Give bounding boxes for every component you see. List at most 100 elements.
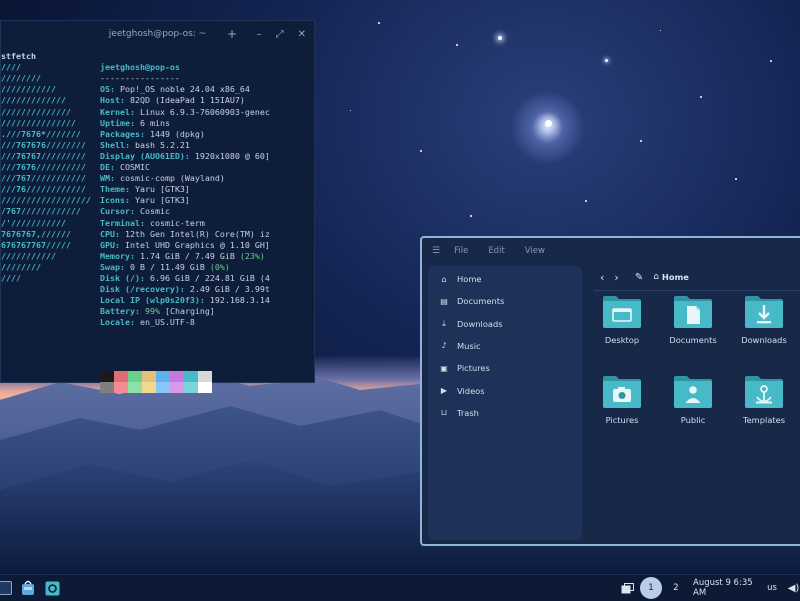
info-key: Display (AUO61ED): bbox=[100, 150, 190, 161]
color-swatch bbox=[128, 371, 142, 382]
info-value: Yaru [GTK3] bbox=[129, 195, 190, 206]
system-info-line: GPU: Intel UHD Graphics @ 1.10 GH] bbox=[100, 240, 270, 251]
terminal-titlebar[interactable]: jeetghosh@pop-os: ~ + – ⤢ ✕ bbox=[1, 21, 314, 47]
sidebar-item-trash[interactable]: ⊔ Trash bbox=[438, 404, 479, 422]
info-value: 0 B / 11.49 GiB bbox=[124, 261, 210, 272]
star bbox=[770, 60, 772, 62]
clock[interactable]: August 9 6:35 AM bbox=[693, 578, 755, 598]
files-app-button[interactable] bbox=[42, 578, 62, 598]
menu-bar: ☰ File Edit View bbox=[422, 238, 800, 264]
star bbox=[735, 178, 737, 180]
workspace-2-label: 2 bbox=[673, 583, 679, 593]
sidebar-item-label: Downloads bbox=[457, 318, 503, 329]
fetch-user-host: jeetghosh@pop-os bbox=[100, 62, 180, 73]
sidebar-item-label: Documents bbox=[457, 296, 505, 307]
workspace-1-button[interactable]: 1 bbox=[640, 577, 662, 599]
sidebar-item-downloads[interactable]: ⤓ Downloads bbox=[438, 315, 503, 333]
sidebar-item-music[interactable]: ♪ Music bbox=[438, 337, 481, 355]
star bbox=[660, 30, 661, 31]
breadcrumb-home[interactable]: Home bbox=[662, 272, 689, 282]
sidebar-item-home[interactable]: ⌂ Home bbox=[438, 270, 481, 288]
folder-public[interactable]: Public bbox=[660, 374, 726, 425]
workspaces-overview-button[interactable] bbox=[618, 578, 636, 598]
folder-label: Desktop bbox=[604, 335, 640, 345]
ascii-logo-line: ///76767///////// bbox=[1, 150, 86, 161]
info-percentage: (23%) bbox=[239, 250, 265, 261]
system-info-line: Cursor: Cosmic bbox=[100, 206, 170, 217]
folder-label: Pictures bbox=[605, 415, 639, 425]
info-value: Cosmic bbox=[134, 206, 170, 217]
keyboard-layout-indicator[interactable]: us bbox=[764, 578, 780, 598]
ascii-logo-line: //////// bbox=[1, 73, 41, 84]
folder-desktop[interactable]: Desktop bbox=[589, 294, 655, 345]
folder-downloads[interactable]: Downloads bbox=[731, 294, 797, 345]
sidebar-item-videos[interactable]: ▶ Videos bbox=[438, 382, 485, 400]
hamburger-icon[interactable]: ☰ bbox=[432, 246, 440, 256]
pictures-folder-icon bbox=[589, 374, 655, 410]
ascii-logo-line: stfetch bbox=[1, 51, 36, 61]
back-arrow-icon[interactable]: ‹ bbox=[600, 271, 604, 284]
places-sidebar: ⌂ Home ▤ Documents ⤓ Downloads ♪ Music ▣ Pictures… bbox=[428, 266, 582, 540]
info-key: CPU: bbox=[100, 228, 120, 239]
system-info-line: Kernel: Linux 6.9.3-76060903-genec bbox=[100, 107, 270, 118]
ascii-logo-line: /767//////////// bbox=[1, 206, 81, 217]
info-percentage: (0%) bbox=[209, 261, 230, 272]
info-key: Kernel: bbox=[100, 106, 135, 117]
menu-view[interactable]: View bbox=[525, 246, 545, 256]
workspace-2-button[interactable]: 2 bbox=[665, 577, 687, 599]
picture-icon: ▣ bbox=[440, 363, 448, 373]
edit-path-icon[interactable]: ✎ bbox=[635, 272, 643, 283]
info-key: Cursor: bbox=[100, 206, 135, 217]
system-info-line: Icons: Yaru [GTK3] bbox=[100, 195, 190, 206]
fetch-separator: ---------------- bbox=[100, 73, 180, 83]
terminal-title: jeetghosh@pop-os: ~ bbox=[108, 29, 207, 39]
info-key: Terminal: bbox=[100, 217, 145, 228]
menu-file[interactable]: File bbox=[454, 246, 468, 256]
sidebar-item-pictures[interactable]: ▣ Pictures bbox=[438, 359, 490, 377]
system-info-line: Terminal: cosmic-term bbox=[100, 218, 205, 229]
system-info-line: Battery: 99% [Charging] bbox=[100, 306, 215, 317]
info-key: Swap: bbox=[100, 261, 125, 272]
downloads-folder-icon bbox=[731, 294, 797, 330]
info-value: 1449 (dpkg) bbox=[144, 128, 205, 139]
folder-templates[interactable]: Templates bbox=[731, 374, 797, 425]
info-value: 82QD (IdeaPad 1 15IAU7) bbox=[124, 95, 245, 106]
taskbar: 1 2 August 9 6:35 AM us ◀) bbox=[0, 574, 800, 601]
info-key: Packages: bbox=[100, 128, 145, 139]
maximize-button[interactable]: ⤢ bbox=[276, 29, 284, 40]
ascii-logo-line: .///7676*/////// bbox=[1, 128, 81, 139]
terminal-window[interactable]: jeetghosh@pop-os: ~ + – ⤢ ✕ stfetch /////… bbox=[0, 20, 315, 393]
app-launcher-button[interactable] bbox=[0, 578, 12, 598]
folder-label: Documents bbox=[669, 335, 717, 345]
info-value-suffix: [Charging] bbox=[159, 306, 215, 317]
breadcrumb[interactable]: ⌂ Home bbox=[653, 272, 689, 282]
ascii-logo-line: ///7676////////// bbox=[1, 162, 86, 172]
store-icon bbox=[22, 580, 34, 595]
info-value: bash 5.2.21 bbox=[129, 139, 190, 150]
forward-arrow-icon[interactable]: › bbox=[614, 271, 618, 284]
ascii-logo-line: 7676767,////// bbox=[1, 228, 71, 239]
sidebar-item-documents[interactable]: ▤ Documents bbox=[438, 292, 504, 310]
trash-icon: ⊔ bbox=[440, 408, 448, 418]
folder-pictures[interactable]: Pictures bbox=[589, 374, 655, 425]
terminal-app-icon bbox=[0, 581, 12, 595]
documents-folder-icon bbox=[660, 294, 726, 330]
volume-button[interactable]: ◀) bbox=[787, 578, 800, 598]
info-value: COSMIC bbox=[115, 162, 150, 172]
new-tab-button[interactable]: + bbox=[227, 21, 237, 47]
info-key: Shell: bbox=[100, 139, 130, 150]
store-app-button[interactable] bbox=[18, 578, 38, 598]
ascii-logo-line: ///////////// bbox=[1, 95, 66, 106]
sidebar-item-label: Music bbox=[457, 340, 481, 351]
ascii-logo-line: /////////// bbox=[1, 84, 56, 95]
file-manager-window[interactable]: ☰ File Edit View ⌂ Home ▤ Documents ⤓ Downloa… bbox=[420, 236, 800, 546]
close-button[interactable]: ✕ bbox=[298, 29, 306, 40]
system-info-line: Disk (/recovery): 2.49 GiB / 3.99t bbox=[100, 284, 270, 295]
color-swatch bbox=[170, 371, 184, 382]
minimize-button[interactable]: – bbox=[257, 29, 262, 40]
info-percentage: 99% bbox=[144, 306, 160, 317]
menu-edit[interactable]: Edit bbox=[488, 246, 504, 256]
info-value: 6.96 GiB / 224.81 GiB (4 bbox=[144, 273, 270, 283]
folder-documents[interactable]: Documents bbox=[660, 294, 726, 345]
ascii-logo-line: ////////////////// bbox=[1, 195, 91, 206]
